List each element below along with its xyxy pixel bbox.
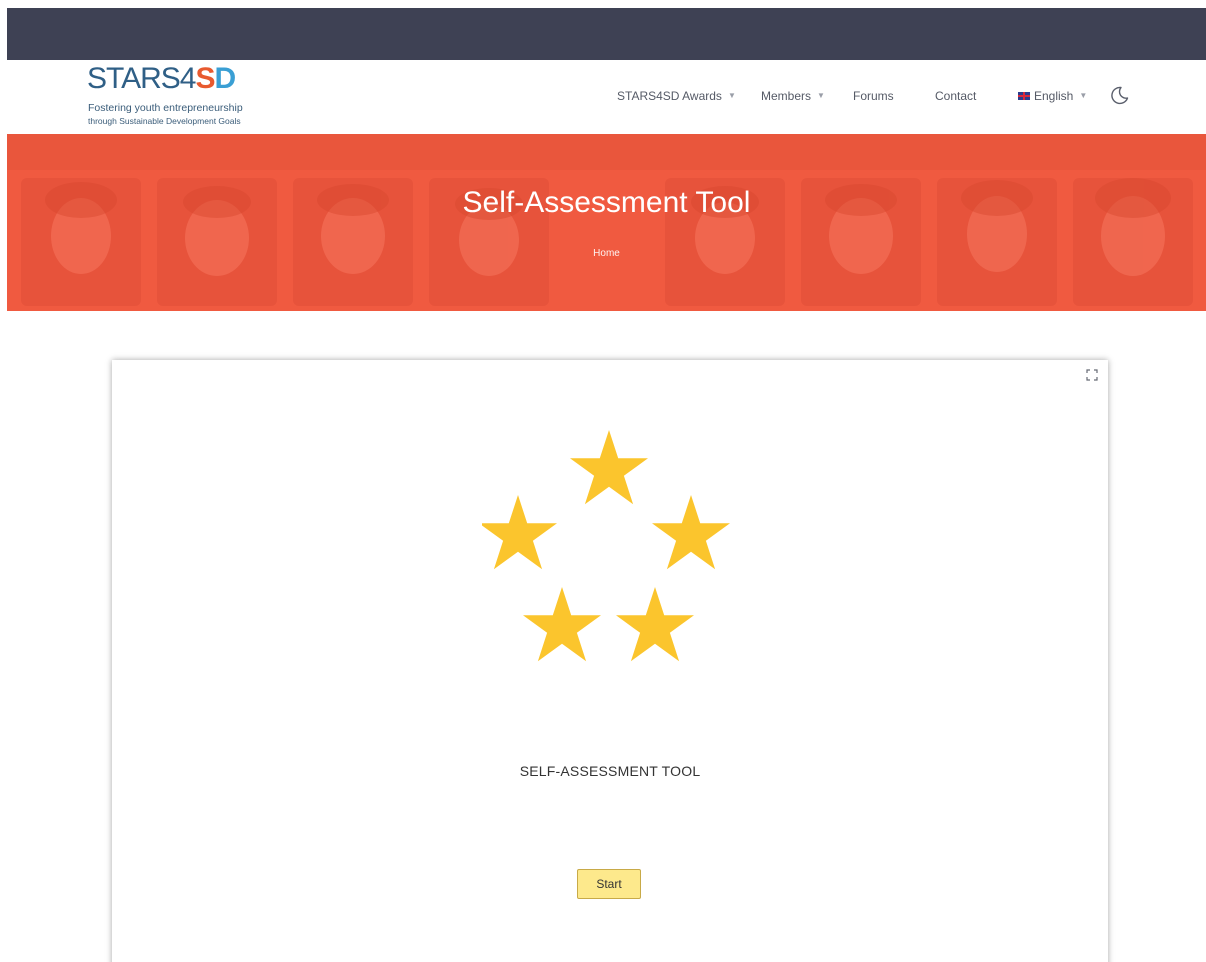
- language-label: English: [1034, 89, 1074, 103]
- hero-banner: Self-Assessment Tool Home: [7, 134, 1206, 311]
- breadcrumb-home[interactable]: Home: [7, 248, 1206, 259]
- left-gutter: [0, 0, 7, 962]
- tool-title: SELF-ASSESSMENT TOOL: [519, 763, 701, 779]
- nav-item-label: Forums: [853, 89, 894, 103]
- moon-icon: [1111, 86, 1129, 105]
- logo-title: STARS4SD: [87, 62, 237, 96]
- star-icon: [523, 587, 601, 662]
- theme-toggle-button[interactable]: [1108, 84, 1130, 106]
- hero-background-faces: [7, 134, 1206, 311]
- chevron-down-icon: ▼: [817, 91, 825, 100]
- logo-title-part2: SD: [195, 62, 237, 95]
- nav-item-contact[interactable]: Contact: [935, 89, 976, 103]
- nav-item-awards[interactable]: STARS4SD Awards ▼: [617, 89, 736, 103]
- page: STARS4SD Fostering youth entrepreneurshi…: [0, 0, 1206, 962]
- star-icon: [616, 587, 694, 662]
- logo-title-part1: STARS4: [87, 62, 196, 95]
- nav-item-label: STARS4SD Awards: [617, 89, 722, 103]
- logo-letter-d: D: [214, 62, 237, 95]
- star-icon: [482, 495, 557, 570]
- logo-tagline-line1: Fostering youth entrepreneurship: [88, 102, 243, 114]
- start-button[interactable]: Start: [577, 869, 641, 899]
- site-logo[interactable]: STARS4SD Fostering youth entrepreneurshi…: [87, 62, 277, 130]
- nav-item-label: Contact: [935, 89, 977, 103]
- logo-tagline-line2: through Sustainable Development Goals: [88, 116, 241, 126]
- chevron-down-icon: ▼: [727, 91, 736, 100]
- five-stars-icon: [482, 430, 730, 662]
- nav-item-label: Members: [761, 89, 812, 103]
- chevron-down-icon: ▼: [1079, 91, 1088, 100]
- top-bar: [7, 8, 1206, 60]
- nav-item-members[interactable]: Members ▼: [761, 89, 825, 103]
- fullscreen-button[interactable]: [1086, 368, 1098, 381]
- page-title: Self-Assessment Tool: [462, 186, 751, 219]
- fullscreen-icon: [1086, 369, 1098, 381]
- star-icon: [570, 430, 648, 505]
- nav-item-forums[interactable]: Forums: [853, 89, 894, 103]
- top-strip: [0, 0, 1206, 8]
- uk-flag-icon: [1018, 92, 1030, 100]
- self-assessment-card: SELF-ASSESSMENT TOOL Start: [112, 360, 1108, 962]
- site-header: STARS4SD Fostering youth entrepreneurshi…: [7, 60, 1206, 134]
- language-selector[interactable]: English ▼: [1018, 89, 1087, 103]
- logo-letter-s: S: [195, 62, 215, 95]
- star-icon: [652, 495, 730, 570]
